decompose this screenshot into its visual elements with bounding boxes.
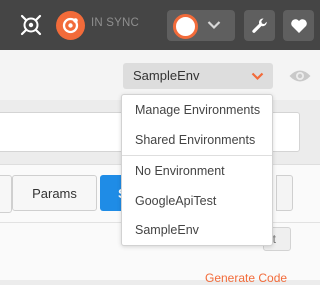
sync-status-label: IN SYNC bbox=[91, 17, 140, 29]
wrench-icon bbox=[251, 17, 267, 33]
sync-icon[interactable] bbox=[56, 11, 85, 40]
params-button[interactable]: Params bbox=[12, 175, 97, 211]
menu-item-no-environment[interactable]: No Environment bbox=[122, 156, 272, 186]
environment-quick-look-button[interactable] bbox=[284, 63, 316, 89]
environment-dropdown-menu: Manage Environments Shared Environments … bbox=[121, 94, 273, 246]
chevron-down-icon bbox=[251, 72, 264, 81]
chevron-down-icon bbox=[207, 21, 221, 30]
environment-selected-label: SampleEnv bbox=[133, 68, 200, 83]
save-dropdown-button[interactable] bbox=[276, 175, 293, 211]
method-select[interactable] bbox=[0, 175, 12, 213]
user-menu-button[interactable] bbox=[167, 10, 235, 41]
settings-button[interactable] bbox=[244, 10, 275, 41]
crosshair-icon bbox=[20, 14, 42, 36]
menu-item-sampleenv[interactable]: SampleEnv bbox=[122, 215, 272, 245]
menu-item-manage-environments[interactable]: Manage Environments bbox=[122, 95, 272, 125]
generate-code-link[interactable]: Generate Code bbox=[205, 271, 287, 285]
avatar bbox=[173, 14, 198, 39]
menu-item-googleapitest[interactable]: GoogleApiTest bbox=[122, 186, 272, 216]
environment-select[interactable]: SampleEnv bbox=[123, 63, 273, 89]
heart-icon bbox=[290, 18, 307, 33]
favorite-button[interactable] bbox=[283, 10, 314, 41]
capture-button[interactable] bbox=[16, 10, 46, 40]
menu-item-shared-environments[interactable]: Shared Environments bbox=[122, 125, 272, 155]
eye-icon bbox=[289, 70, 311, 82]
